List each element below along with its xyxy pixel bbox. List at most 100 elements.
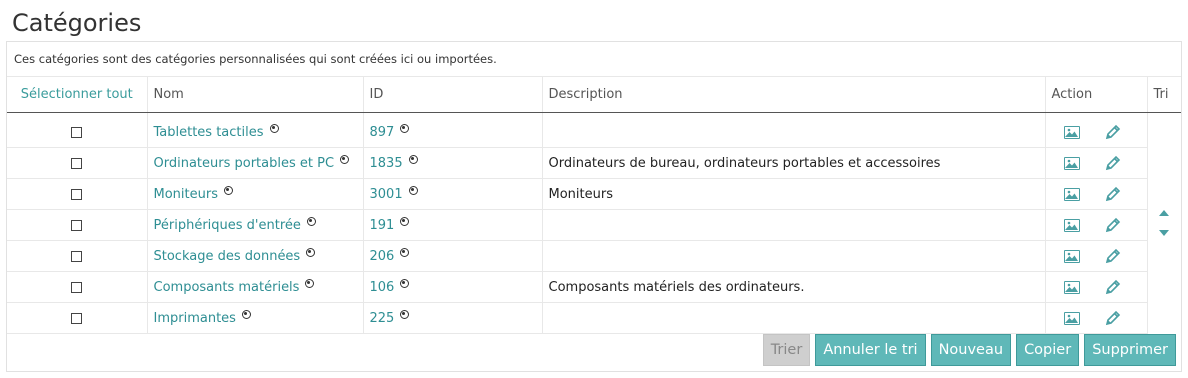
row-select-cell (7, 209, 147, 241)
cancel-sort-button[interactable]: Annuler le tri (815, 334, 926, 366)
row-description-cell (541, 302, 1045, 334)
category-id-link[interactable]: 3001 (370, 187, 403, 202)
row-description-cell: Ordinateurs de bureau, ordinateurs porta… (541, 147, 1045, 179)
category-name-link[interactable]: Périphériques d'entrée (154, 218, 301, 233)
header-sort: Tri (1146, 76, 1181, 113)
sort-button[interactable]: Trier (762, 334, 811, 366)
radio-icon[interactable] (408, 154, 418, 164)
table-row: Ordinateurs portables et PC 1835 Ordinateu… (7, 147, 1181, 179)
row-action-cell (1044, 302, 1147, 334)
sort-down-icon[interactable] (1159, 230, 1170, 237)
radio-icon[interactable] (400, 216, 410, 226)
edit-pencil-icon[interactable] (1104, 309, 1122, 327)
row-select-cell (7, 302, 147, 334)
row-action-cell (1044, 209, 1147, 241)
row-id-cell: 1835 (362, 147, 542, 179)
row-action-cell (1044, 147, 1147, 179)
row-id-cell: 206 (362, 240, 542, 272)
radio-icon[interactable] (400, 278, 410, 288)
image-icon[interactable] (1063, 218, 1080, 232)
image-icon[interactable] (1063, 280, 1080, 294)
header-description: Description (541, 76, 1045, 113)
table-row: Composants matériels 106 Composants matéri… (7, 271, 1181, 303)
row-checkbox[interactable] (71, 250, 83, 262)
category-id-link[interactable]: 897 (370, 125, 395, 140)
row-checkbox[interactable] (71, 157, 83, 169)
header-name: Nom (146, 76, 363, 113)
copy-button[interactable]: Copier (1016, 334, 1080, 366)
edit-pencil-icon[interactable] (1104, 216, 1122, 234)
row-description-cell (541, 112, 1045, 148)
category-id-link[interactable]: 106 (370, 280, 395, 295)
category-id-link[interactable]: 191 (370, 218, 395, 233)
header-action: Action (1044, 76, 1147, 113)
radio-icon[interactable] (305, 278, 315, 288)
intro-text: Ces catégories sont des catégories perso… (14, 52, 497, 66)
category-id-link[interactable]: 1835 (370, 156, 403, 171)
category-name-link[interactable]: Tablettes tactiles (154, 125, 264, 140)
row-name-cell: Imprimantes (146, 302, 363, 334)
category-name-link[interactable]: Imprimantes (154, 311, 236, 326)
category-id-link[interactable]: 225 (370, 311, 395, 326)
button-bar: Trier Annuler le tri Nouveau Copier Supp… (762, 334, 1176, 366)
row-select-cell (7, 112, 147, 148)
categories-panel: Ces catégories sont des catégories perso… (6, 41, 1182, 372)
page-title: Catégories (12, 9, 142, 37)
select-all-link[interactable]: Sélectionner tout (7, 76, 147, 113)
table-header-row: Sélectionner tout Nom ID Description Act… (7, 76, 1181, 113)
image-icon[interactable] (1063, 187, 1080, 201)
radio-icon[interactable] (400, 123, 410, 133)
row-select-cell (7, 147, 147, 179)
category-id-link[interactable]: 206 (370, 249, 395, 264)
category-name-link[interactable]: Composants matériels (154, 280, 300, 295)
delete-button[interactable]: Supprimer (1084, 334, 1176, 366)
row-action-cell (1044, 112, 1147, 148)
row-select-cell (7, 240, 147, 272)
radio-icon[interactable] (400, 247, 410, 257)
row-description-cell: Composants matériels des ordinateurs. (541, 271, 1045, 303)
edit-pencil-icon[interactable] (1104, 247, 1122, 265)
row-id-cell: 225 (362, 302, 542, 334)
radio-icon[interactable] (408, 185, 418, 195)
row-description-cell (541, 209, 1045, 241)
image-icon[interactable] (1063, 156, 1080, 170)
row-description-cell: Moniteurs (541, 178, 1045, 210)
row-checkbox[interactable] (71, 219, 83, 231)
sort-up-icon[interactable] (1159, 210, 1170, 217)
row-description-cell (541, 240, 1045, 272)
row-name-cell: Périphériques d'entrée (146, 209, 363, 241)
radio-icon[interactable] (223, 185, 233, 195)
category-name-link[interactable]: Moniteurs (154, 187, 218, 202)
edit-pencil-icon[interactable] (1104, 278, 1122, 296)
category-name-link[interactable]: Ordinateurs portables et PC (154, 156, 335, 171)
row-checkbox[interactable] (71, 126, 83, 138)
edit-pencil-icon[interactable] (1104, 154, 1122, 172)
row-select-cell (7, 178, 147, 210)
row-checkbox[interactable] (71, 188, 83, 200)
row-action-cell (1044, 178, 1147, 210)
radio-icon[interactable] (241, 309, 251, 319)
radio-icon[interactable] (306, 247, 316, 257)
radio-icon[interactable] (400, 309, 410, 319)
table-row: Tablettes tactiles 897 (7, 112, 1181, 334)
edit-pencil-icon[interactable] (1104, 123, 1122, 141)
table-row: Périphériques d'entrée 191 (7, 209, 1181, 241)
radio-icon[interactable] (306, 216, 316, 226)
row-name-cell: Moniteurs (146, 178, 363, 210)
radio-icon[interactable] (269, 123, 279, 133)
image-icon[interactable] (1063, 125, 1080, 139)
table-row: Imprimantes 225 (7, 302, 1181, 334)
row-name-cell: Tablettes tactiles (146, 112, 363, 148)
categories-table: Sélectionner tout Nom ID Description Act… (7, 76, 1181, 334)
row-name-cell: Ordinateurs portables et PC (146, 147, 363, 179)
image-icon[interactable] (1063, 311, 1080, 325)
edit-pencil-icon[interactable] (1104, 185, 1122, 203)
row-checkbox[interactable] (71, 312, 83, 324)
row-checkbox[interactable] (71, 281, 83, 293)
row-id-cell: 897 (362, 112, 542, 148)
row-name-cell: Composants matériels (146, 271, 363, 303)
new-button[interactable]: Nouveau (930, 334, 1012, 366)
radio-icon[interactable] (340, 154, 350, 164)
image-icon[interactable] (1063, 249, 1080, 263)
category-name-link[interactable]: Stockage des données (154, 249, 301, 264)
